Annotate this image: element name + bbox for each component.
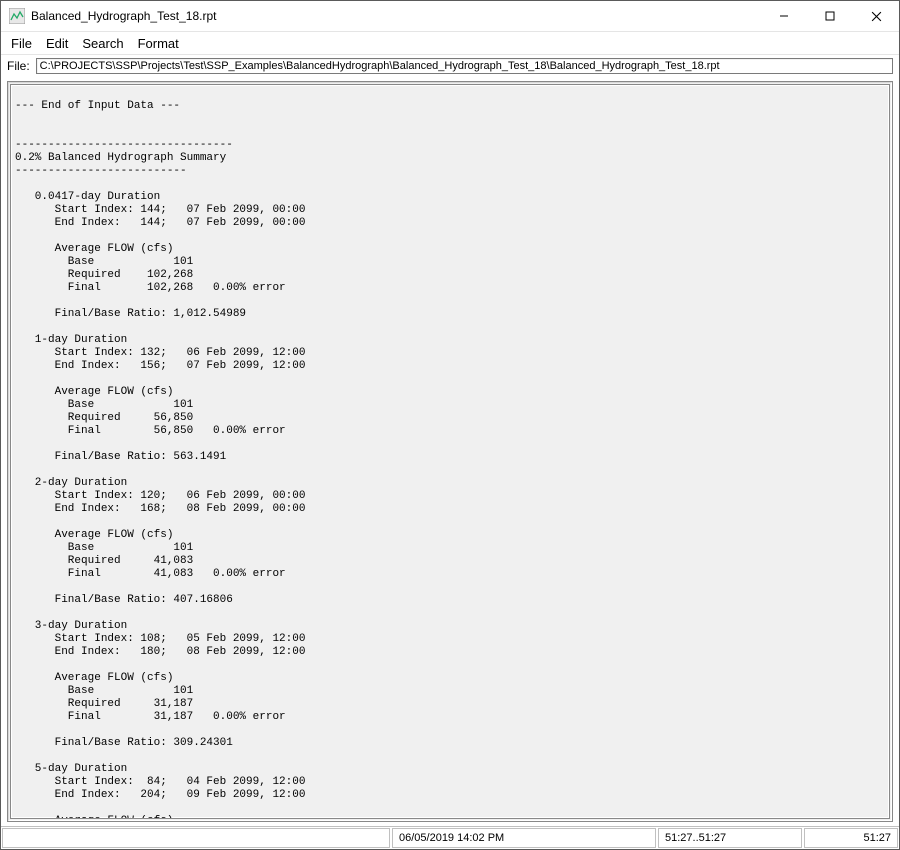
menu-search[interactable]: Search — [76, 34, 129, 53]
editor-frame: --- End of Input Data --- --------------… — [7, 81, 893, 822]
status-cell-pos: 51:27 — [804, 828, 898, 848]
file-path-input[interactable] — [36, 58, 893, 74]
minimize-button[interactable] — [761, 1, 807, 31]
menu-file[interactable]: File — [5, 34, 38, 53]
window-controls — [761, 1, 899, 31]
close-button[interactable] — [853, 1, 899, 31]
menu-bar: File Edit Search Format — [1, 32, 899, 55]
app-window: Balanced_Hydrograph_Test_18.rpt File Edi… — [0, 0, 900, 850]
status-cell-range: 51:27..51:27 — [658, 828, 802, 848]
window-title: Balanced_Hydrograph_Test_18.rpt — [31, 9, 761, 23]
editor-scroll[interactable]: --- End of Input Data --- --------------… — [10, 84, 890, 819]
menu-edit[interactable]: Edit — [40, 34, 74, 53]
file-label: File: — [7, 59, 30, 73]
status-cell-datetime: 06/05/2019 14:02 PM — [392, 828, 656, 848]
maximize-button[interactable] — [807, 1, 853, 31]
app-icon — [9, 8, 25, 24]
status-bar: 06/05/2019 14:02 PM 51:27..51:27 51:27 — [1, 826, 899, 849]
title-bar: Balanced_Hydrograph_Test_18.rpt — [1, 1, 899, 32]
file-bar: File: — [1, 55, 899, 77]
status-cell-1 — [2, 828, 390, 848]
report-text[interactable]: --- End of Input Data --- --------------… — [15, 87, 885, 819]
menu-format[interactable]: Format — [132, 34, 185, 53]
